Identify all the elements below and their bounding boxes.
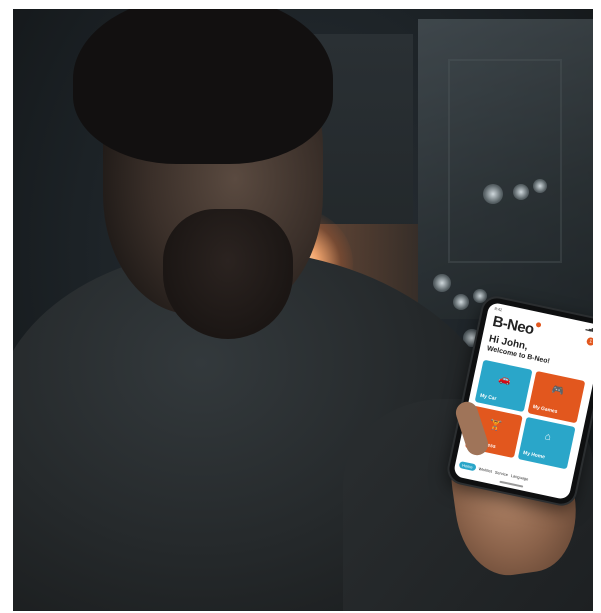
tile-my-home[interactable]: ⌂ My Home <box>517 416 576 470</box>
nav-service[interactable]: Service <box>495 469 509 477</box>
gamepad-icon: 🎮 <box>550 384 565 398</box>
bokeh-light <box>453 294 469 310</box>
person-beard <box>163 209 293 339</box>
person-hair <box>73 9 333 164</box>
bokeh-light <box>483 184 503 204</box>
bokeh-light <box>533 179 547 193</box>
car-icon: 🚗 <box>497 373 513 387</box>
bokeh-light <box>473 289 487 303</box>
nav-wishlist[interactable]: Wishlist <box>478 466 493 474</box>
home-icon: ⌂ <box>543 431 552 444</box>
tile-label: My Home <box>522 449 546 461</box>
nav-language[interactable]: Language <box>511 472 529 481</box>
notification-badge[interactable]: 1 <box>585 336 593 347</box>
tile-grid: 🚗 My Car 🎮 My Games 🏋 My Fitness ⌂ My Ho… <box>464 359 587 472</box>
tile-label: My Games <box>532 403 558 416</box>
nav-home[interactable]: Home <box>458 460 477 471</box>
bokeh-light <box>433 274 451 292</box>
tile-my-games[interactable]: 🎮 My Games <box>527 370 586 424</box>
photo: 9:41 ▂▄▆ ■ B-Neo 1 Hi John, Welcome to B… <box>13 9 593 611</box>
fitness-icon: 🏋 <box>487 419 503 433</box>
bokeh-light <box>513 184 529 200</box>
status-icons: ▂▄▆ ■ <box>585 325 593 333</box>
tile-label: My Car <box>479 392 497 403</box>
tile-my-car[interactable]: 🚗 My Car <box>474 359 533 413</box>
signal-icon <box>535 321 542 328</box>
